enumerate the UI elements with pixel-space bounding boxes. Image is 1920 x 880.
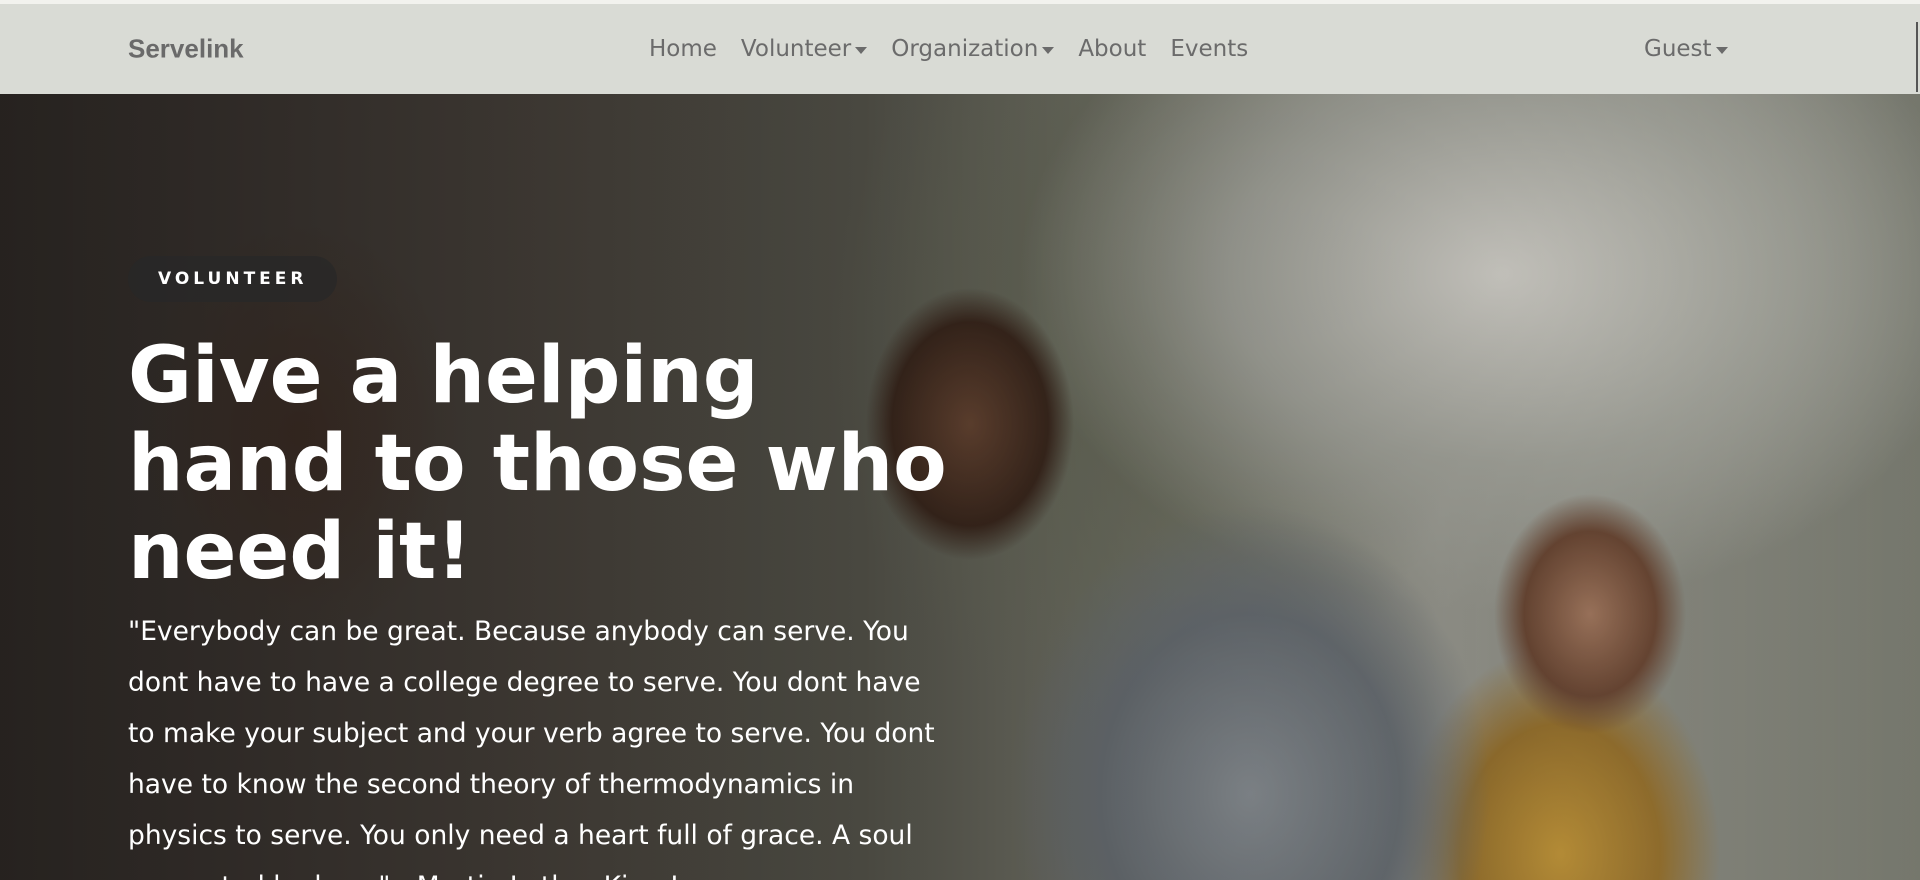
nav-volunteer-label: Volunteer [740, 36, 852, 62]
nav-organization-dropdown[interactable]: Organization [891, 36, 1055, 62]
hero-quote: "Everybody can be great. Because anybody… [128, 616, 935, 880]
chevron-down-icon [1715, 46, 1728, 54]
brand-logo[interactable]: Servelink [128, 34, 244, 65]
user-menu-label: Guest [1644, 36, 1712, 62]
hero-content: VOLUNTEER Give a helping hand to those w… [128, 256, 948, 880]
chevron-down-icon [1042, 46, 1055, 54]
nav-about-label: About [1078, 36, 1147, 62]
nav-volunteer-dropdown[interactable]: Volunteer [740, 36, 868, 62]
page: Servelink Home Volunteer Organization Ab… [0, 0, 1920, 880]
user-menu-dropdown[interactable]: Guest [1644, 36, 1728, 62]
hero-section: VOLUNTEER Give a helping hand to those w… [0, 94, 1920, 880]
nav-events[interactable]: Events [1170, 36, 1248, 62]
chevron-down-icon [855, 46, 868, 54]
hero-headline: Give a helping hand to those who need it… [128, 331, 947, 597]
scrollbar[interactable] [1916, 22, 1918, 92]
hero-badge: VOLUNTEER [128, 256, 338, 302]
nav-events-label: Events [1170, 36, 1249, 62]
nav-organization-label: Organization [891, 36, 1039, 62]
nav-home[interactable]: Home [649, 36, 717, 62]
navbar: Servelink Home Volunteer Organization Ab… [0, 4, 1920, 94]
nav-links: Home Volunteer Organization About Events [649, 36, 1248, 62]
nav-about[interactable]: About [1078, 36, 1146, 62]
nav-home-label: Home [649, 36, 717, 62]
